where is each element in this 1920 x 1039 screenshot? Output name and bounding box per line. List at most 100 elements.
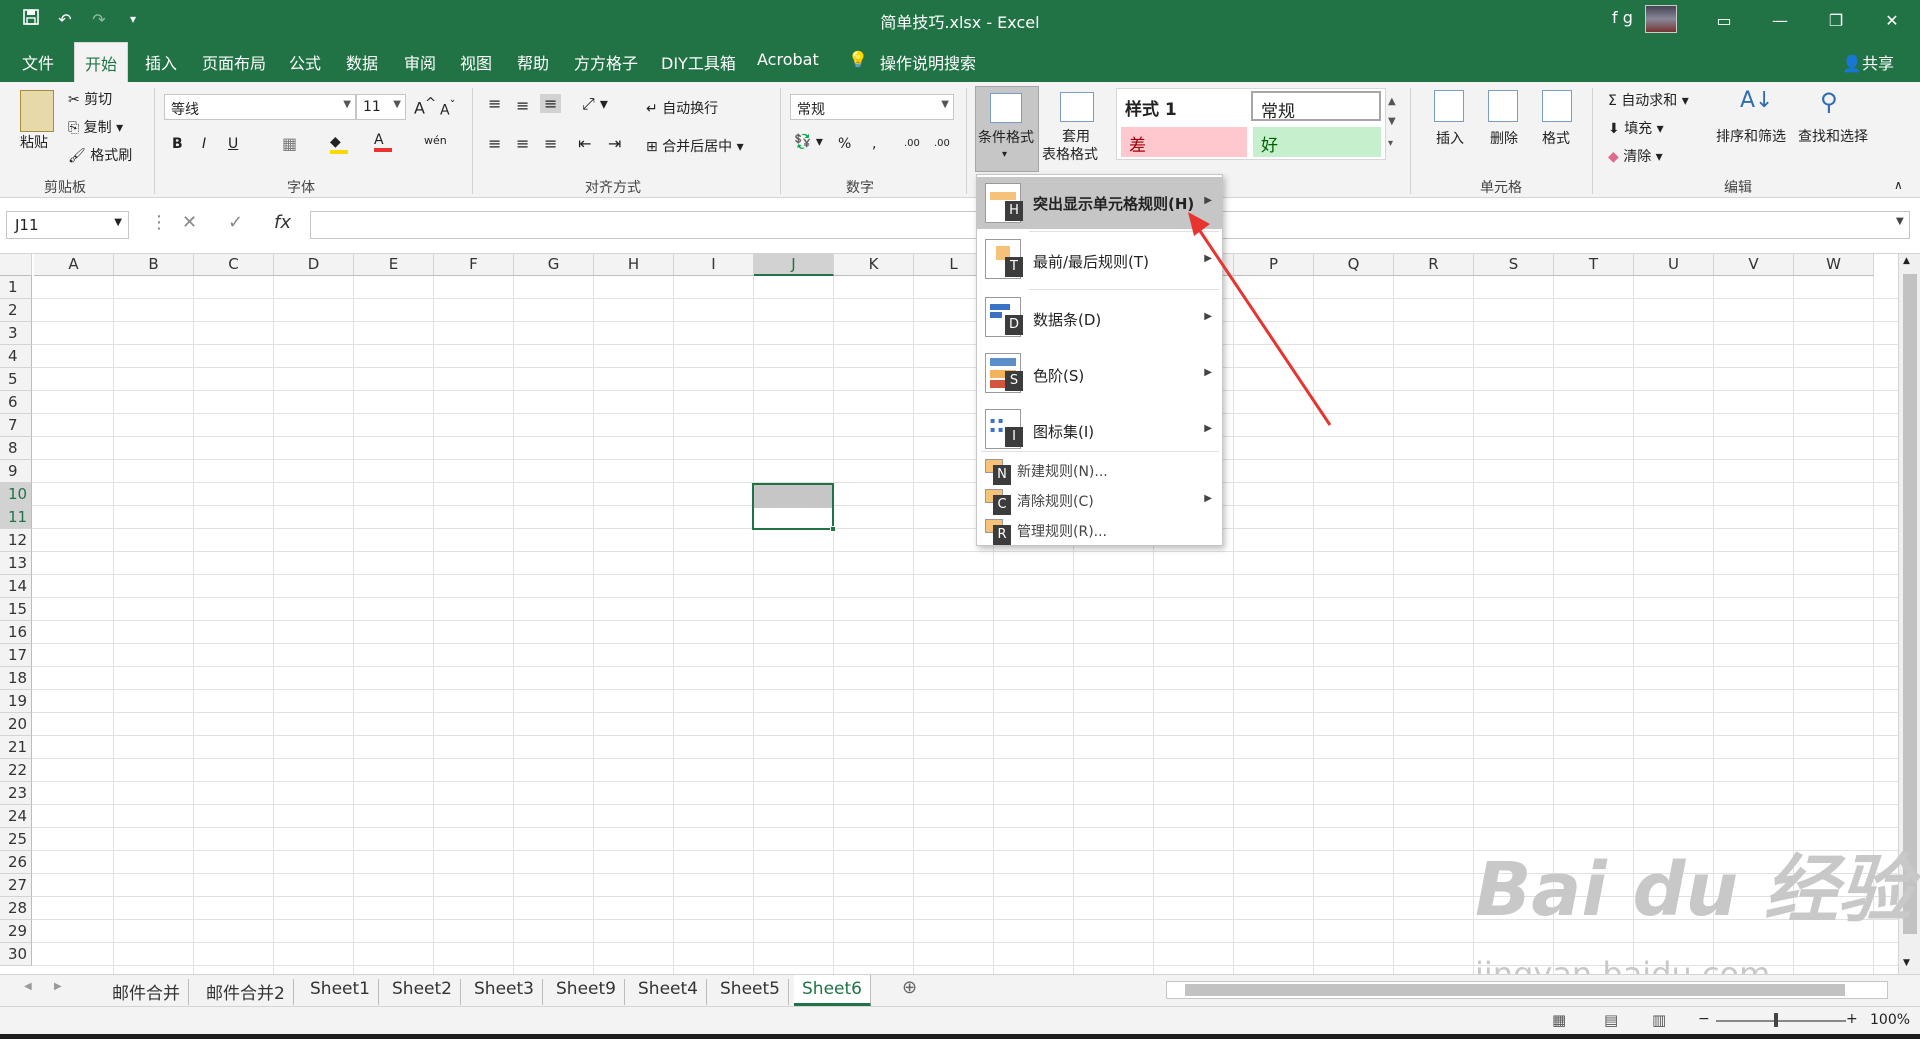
fill-button[interactable]: ⬇ 填充 ▾ bbox=[1608, 118, 1664, 138]
sheet-tab[interactable]: Sheet4 bbox=[630, 979, 707, 1005]
column-header[interactable]: A bbox=[34, 254, 114, 276]
column-header[interactable]: G bbox=[514, 254, 594, 276]
row-header[interactable]: 10 bbox=[0, 483, 32, 506]
tab-file[interactable]: 文件 bbox=[22, 50, 54, 74]
zoom-slider-thumb[interactable] bbox=[1774, 1013, 1778, 1027]
comma-button[interactable]: , bbox=[872, 136, 876, 152]
selection-border[interactable] bbox=[752, 483, 834, 530]
cut-button[interactable]: ✂ 剪切 bbox=[68, 89, 112, 109]
menu-item-clear-rules[interactable]: C 清除规则(C) ▶ bbox=[977, 485, 1222, 515]
merge-center-button[interactable]: ⊞ 合并后居中 ▾ bbox=[646, 136, 744, 156]
number-format-combo[interactable]: 常规 ▼ bbox=[790, 94, 954, 120]
name-box[interactable]: J11 ▼ bbox=[6, 211, 129, 239]
row-header[interactable]: 4 bbox=[0, 345, 32, 368]
scroll-up-icon[interactable]: ▲ bbox=[1903, 256, 1910, 266]
sheet-tab[interactable]: Sheet9 bbox=[548, 979, 625, 1005]
conditional-formatting-button[interactable]: 条件格式 ▾ bbox=[975, 86, 1039, 172]
format-painter-button[interactable]: 🖌 格式刷 bbox=[68, 145, 132, 165]
column-header[interactable]: F bbox=[434, 254, 514, 276]
prev-sheet-icon[interactable]: ◀ bbox=[24, 981, 32, 992]
align-center-icon[interactable]: ≡ bbox=[516, 134, 529, 153]
scroll-down-icon[interactable]: ▼ bbox=[1903, 958, 1910, 968]
increase-decimal-icon[interactable]: .00 bbox=[904, 138, 920, 149]
sheet-tab[interactable]: Sheet5 bbox=[712, 979, 789, 1005]
row-header[interactable]: 28 bbox=[0, 897, 32, 920]
avatar[interactable] bbox=[1645, 5, 1677, 33]
row-header[interactable]: 20 bbox=[0, 713, 32, 736]
column-header[interactable]: H bbox=[594, 254, 674, 276]
ribbon-display-icon[interactable]: ▭ bbox=[1696, 0, 1752, 40]
h-scroll-thumb[interactable] bbox=[1185, 984, 1845, 996]
row-header[interactable]: 3 bbox=[0, 322, 32, 345]
align-left-icon[interactable]: ≡ bbox=[488, 134, 501, 153]
format-as-table-button[interactable]: 套用 表格格式 bbox=[1042, 86, 1112, 172]
font-size-combo[interactable]: 11 ▼ bbox=[356, 94, 406, 120]
column-header[interactable]: B bbox=[114, 254, 194, 276]
fill-color-icon[interactable]: ◆ bbox=[330, 134, 348, 154]
collapse-ribbon-icon[interactable]: ∧ bbox=[1894, 178, 1903, 192]
column-header[interactable]: E bbox=[354, 254, 434, 276]
column-header[interactable]: R bbox=[1394, 254, 1474, 276]
row-header[interactable]: 29 bbox=[0, 920, 32, 943]
row-header[interactable]: 8 bbox=[0, 437, 32, 460]
orientation-icon[interactable]: ⤢ ▾ bbox=[582, 94, 608, 114]
italic-button[interactable]: I bbox=[202, 136, 206, 152]
minimize-icon[interactable]: — bbox=[1752, 0, 1808, 40]
style-1-swatch[interactable]: 样式 1 bbox=[1117, 91, 1247, 121]
gallery-scroll-down-icon[interactable]: ▼ bbox=[1388, 116, 1396, 127]
column-header[interactable]: C bbox=[194, 254, 274, 276]
row-header[interactable]: 24 bbox=[0, 805, 32, 828]
row-header[interactable]: 22 bbox=[0, 759, 32, 782]
font-color-button[interactable]: A bbox=[374, 132, 392, 152]
row-header[interactable]: 2 bbox=[0, 299, 32, 322]
page-break-view-icon[interactable]: ▥ bbox=[1652, 1011, 1666, 1029]
align-right-icon[interactable]: ≡ bbox=[544, 134, 557, 153]
row-header[interactable]: 30 bbox=[0, 943, 32, 966]
row-header[interactable]: 6 bbox=[0, 391, 32, 414]
user-name[interactable]: f g bbox=[1612, 8, 1633, 27]
row-header[interactable]: 19 bbox=[0, 690, 32, 713]
sheet-tab[interactable]: 邮件合并2 bbox=[198, 979, 294, 1005]
shrink-font-button[interactable]: Aˇ bbox=[440, 98, 455, 119]
good-style-swatch[interactable]: 好 bbox=[1253, 127, 1381, 157]
increase-indent-icon[interactable]: ⇥ bbox=[608, 134, 621, 153]
row-header[interactable]: 7 bbox=[0, 414, 32, 437]
wrap-text-button[interactable]: ↵ 自动换行 bbox=[646, 98, 718, 118]
share-button[interactable]: 👤共享 bbox=[1842, 50, 1894, 74]
row-header[interactable]: 5 bbox=[0, 368, 32, 391]
sheet-tab[interactable]: 邮件合并 bbox=[104, 979, 189, 1005]
sheet-tab-active[interactable]: Sheet6 bbox=[794, 975, 871, 1006]
underline-button[interactable]: U bbox=[228, 136, 238, 152]
column-header[interactable]: W bbox=[1794, 254, 1874, 276]
cancel-icon[interactable]: ✕ bbox=[182, 212, 197, 233]
add-sheet-icon[interactable]: ⊕ bbox=[902, 977, 917, 998]
row-header[interactable]: 26 bbox=[0, 851, 32, 874]
tab-data[interactable]: 数据 bbox=[346, 50, 378, 74]
sheet-tab[interactable]: Sheet3 bbox=[466, 979, 543, 1005]
insert-function-icon[interactable]: fx bbox=[274, 212, 291, 233]
font-name-combo[interactable]: 等线 ▼ bbox=[164, 94, 356, 120]
zoom-level[interactable]: 100% bbox=[1870, 1012, 1910, 1028]
enter-icon[interactable]: ✓ bbox=[228, 212, 243, 233]
border-icon[interactable]: ▦ bbox=[282, 134, 297, 153]
normal-style-swatch[interactable]: 常规 bbox=[1251, 91, 1381, 122]
phonetic-icon[interactable]: wén bbox=[424, 134, 447, 147]
grow-font-button[interactable]: A^ bbox=[414, 96, 436, 117]
column-header[interactable]: U bbox=[1634, 254, 1714, 276]
close-icon[interactable]: ✕ bbox=[1864, 0, 1920, 40]
copy-button[interactable]: ⎘ 复制 ▾ bbox=[68, 117, 123, 137]
tab-home[interactable]: 开始 bbox=[74, 42, 129, 82]
menu-item-manage-rules[interactable]: R 管理规则(R)... bbox=[977, 515, 1222, 545]
sheet-tab[interactable]: Sheet1 bbox=[302, 979, 379, 1005]
row-header[interactable]: 1 bbox=[0, 276, 32, 299]
column-header[interactable]: K bbox=[834, 254, 914, 276]
column-header[interactable]: T bbox=[1554, 254, 1634, 276]
fill-handle[interactable] bbox=[830, 526, 836, 532]
next-sheet-icon[interactable]: ▶ bbox=[54, 981, 62, 992]
row-header[interactable]: 21 bbox=[0, 736, 32, 759]
zoom-slider[interactable] bbox=[1716, 1020, 1846, 1022]
align-middle-icon[interactable]: ≡ bbox=[516, 96, 529, 115]
tab-insert[interactable]: 插入 bbox=[145, 50, 177, 74]
menu-item-new-rule[interactable]: N 新建规则(N)... bbox=[977, 455, 1222, 485]
align-top-icon[interactable]: ≡ bbox=[488, 94, 501, 113]
